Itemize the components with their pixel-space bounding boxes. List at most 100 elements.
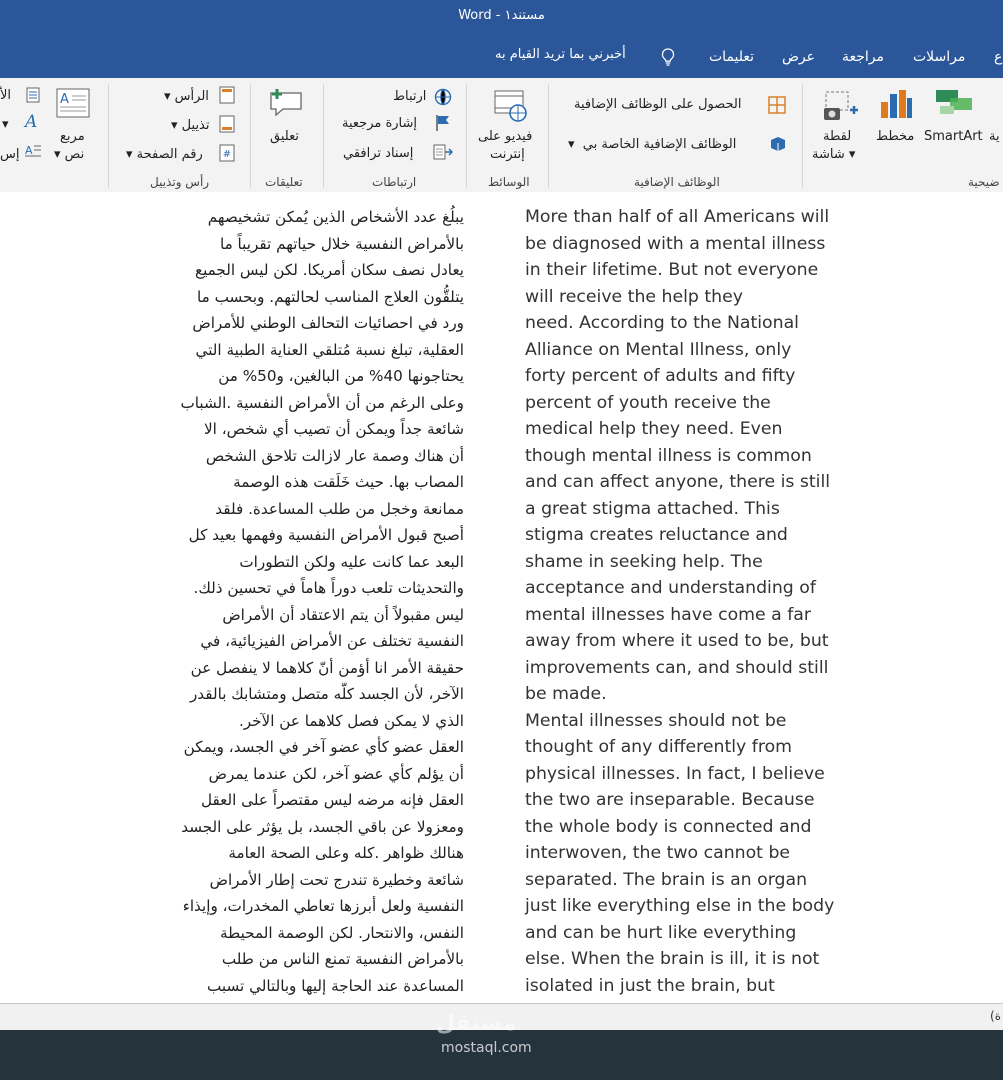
illustrations-group-label: ضيحية xyxy=(968,175,1000,189)
status-partial-label: (ة xyxy=(990,1009,1001,1023)
tab-partial[interactable]: ع xyxy=(994,49,1002,65)
english-text-line: interwoven, the two cannot be xyxy=(525,843,791,863)
text-box-label-1: مربع xyxy=(60,129,85,144)
english-paragraph[interactable]: More than half of all Americans will be d… xyxy=(525,204,855,999)
wordart-dropdown-icon: ▾ xyxy=(2,117,9,132)
film-icon xyxy=(493,89,529,127)
english-text-line: be diagnosed with a mental illness xyxy=(525,233,826,254)
english-text-line: the two are inseparable. Because xyxy=(525,790,815,810)
bookmark-label: إشارة مرجعية xyxy=(342,116,418,131)
arabic-text-line: والتحديثات تلعب دوراً هاماً في تحسين ذلك… xyxy=(193,579,464,597)
comment-icon xyxy=(267,87,305,121)
english-text-line: More than half of all Americans will xyxy=(525,207,830,227)
new-comment-label: تعليق xyxy=(270,129,299,144)
screenshot-label-2: شاشة ▾ xyxy=(812,147,856,162)
header-label: ▾ الرأس xyxy=(164,89,209,104)
arabic-text-line: ورد في احصائيات التحالف الوطني للأمراض xyxy=(192,314,464,332)
english-text-line: else. When the brain is ill, it is not xyxy=(525,949,820,969)
footer-icon xyxy=(219,115,235,137)
cross-reference-icon xyxy=(433,143,454,165)
arabic-text-line: وعلى الرغم من أن الأمراض النفسية .الشباب xyxy=(180,393,465,412)
svg-text:A: A xyxy=(60,92,69,107)
arabic-text-line: يعادل نصف سكان أمريكا. لكن ليس الجميع xyxy=(194,261,464,279)
title-bar: Word - مستند١ xyxy=(0,0,1003,36)
group-separator xyxy=(548,84,549,188)
svg-text:A: A xyxy=(25,144,33,157)
english-text-line: improvements can, and should still xyxy=(525,657,829,678)
arabic-text-line: أصبح قبول الأمراض النفسية وفهمها بعيد كل xyxy=(188,526,464,544)
tab-help[interactable]: تعليمات xyxy=(709,49,754,65)
english-text-line: percent of youth receive the xyxy=(525,392,771,413)
ribbon: SmartArt ية مخطط لقطة شاشة ▾ ضيحية الحصو… xyxy=(0,78,1003,193)
english-text-line: thought of any differently from xyxy=(525,737,792,757)
smartart-label: SmartArt xyxy=(924,129,983,144)
english-text-line: physical illnesses. In fact, I believe xyxy=(525,763,825,784)
english-text-line: separated. The brain is an organ xyxy=(525,869,808,890)
english-text-line: mental illnesses have come a far xyxy=(525,604,811,625)
arabic-paragraph[interactable]: يبلُغ عدد الأشخاص الذين يُمكن تشخيصهم بال… xyxy=(142,204,465,999)
page-number-icon: # xyxy=(219,144,235,166)
arabic-text-line: حقيقة الأمر انا أؤمن أنّ كلاهما لا ينفصل… xyxy=(190,658,464,677)
text-box-label-2: ▾ نص xyxy=(54,147,85,162)
arabic-text-line: العقل فإنه مرضه ليس مقتصراً على العقل xyxy=(201,791,464,809)
illustrations-partial-label: ية xyxy=(989,129,1000,144)
text-box-icon: A xyxy=(56,88,90,122)
tab-view[interactable]: عرض xyxy=(782,49,815,65)
english-text-line: though mental illness is common xyxy=(525,445,812,466)
arabic-text-line: النفسية تختلف عن الأمراض الفيزيائية، في xyxy=(200,632,464,650)
quick-parts-label: الأ xyxy=(0,88,12,103)
media-group-label: الوسائط xyxy=(488,175,530,189)
group-separator xyxy=(250,84,251,188)
arabic-text-line: شائعة جداً ويمكن أن تصيب أي شخص، الا xyxy=(203,420,464,438)
arabic-text-line: هنالك ظواهر .كله وعلى الصحة العامة xyxy=(228,844,464,862)
my-addins-label: ▾ الوظائف الإضافية الخاصة بي xyxy=(568,137,737,152)
tell-me-search[interactable]: أخبرني بما تريد القيام به xyxy=(495,47,626,62)
drop-cap-label: إس xyxy=(0,147,20,162)
link-icon xyxy=(433,88,453,110)
get-addins-label: الحصول على الوظائف الإضافية xyxy=(574,97,742,112)
flag-icon xyxy=(435,114,451,136)
arabic-text-line: بالأمراض النفسية خلال حياتهم تقريباً ما xyxy=(219,234,464,253)
arabic-text-line: المساعدة عند الحاجة إليها وبالتالي تسبب xyxy=(206,976,464,995)
online-video-label-1: فيديو على xyxy=(478,129,533,144)
group-separator xyxy=(802,84,803,188)
screenshot-label-1: لقطة xyxy=(823,129,852,144)
arabic-text-line: أن هناك وصمة عار لازالت تلاحق الشخص xyxy=(205,446,464,465)
english-text-line: just like everything else in the body xyxy=(525,896,835,916)
cross-reference-label: إسناد ترافقي xyxy=(343,146,414,161)
arabic-text-line: البعد عما كانت عليه ولكن التطورات xyxy=(239,552,464,571)
arabic-text-line: العقل عضو كأي عضو آخر في الجسد، ويمكن xyxy=(183,738,464,756)
online-video-label-2: إنترنت xyxy=(490,147,525,162)
tab-mailings[interactable]: مراسلات xyxy=(913,49,965,65)
screenshot-icon xyxy=(822,90,860,126)
lightbulb-icon xyxy=(660,48,676,70)
arabic-text-line: ومعزولا عن باقي الجسد، بل يؤثر على الجسد xyxy=(181,817,464,836)
drop-cap-icon: A xyxy=(24,143,42,163)
arabic-text-line: بالأمراض النفسية تمنع الناس من طلب xyxy=(221,950,464,968)
quick-parts-icon xyxy=(26,87,40,107)
header-icon xyxy=(219,86,235,108)
arabic-text-line: ليس مقبولاً أن يتم الاعتقاد أن الأمراض xyxy=(222,605,464,624)
arabic-text-line: الآخر، لأن الجسد كلّه متصل ومتشابك بالقد… xyxy=(189,685,464,703)
group-separator xyxy=(108,84,109,188)
arabic-text-line: يبلُغ عدد الأشخاص الذين يُمكن تشخيصهم xyxy=(207,208,464,226)
arabic-text-line: العقلية، تبلغ نسبة مُتلقي العناية الطبية… xyxy=(195,340,464,359)
addins-group-label: الوظائف الإضافية xyxy=(634,175,720,189)
english-text-line: the whole body is connected and xyxy=(525,816,812,837)
watermark-url: mostaql.com xyxy=(441,1040,532,1056)
watermark-logo: مستقل xyxy=(436,1011,517,1036)
smartart-icon xyxy=(934,88,974,120)
chart-icon xyxy=(879,88,913,124)
english-text-line: in their lifetime. But not everyone xyxy=(525,260,819,280)
english-text-line: isolated in just the brain, but xyxy=(525,975,775,996)
page-number-label: ▾ رقم الصفحة xyxy=(126,147,203,162)
arabic-text-line: أن يؤلم كأي عضو آخر، لكن عندما يمرض xyxy=(208,764,464,783)
comments-group-label: تعليقات xyxy=(265,175,303,189)
english-text-line: a great stigma attached. This xyxy=(525,498,780,519)
english-text-line: will receive the help they xyxy=(525,286,743,307)
english-text-line: be made. xyxy=(525,684,607,704)
english-text-line: medical help they need. Even xyxy=(525,419,783,439)
window-title: Word - مستند١ xyxy=(458,8,545,23)
tab-review[interactable]: مراجعة xyxy=(842,49,884,65)
arabic-text-line: شائعة وخطيرة تندرج تحت إطار الأمراض xyxy=(209,870,464,889)
